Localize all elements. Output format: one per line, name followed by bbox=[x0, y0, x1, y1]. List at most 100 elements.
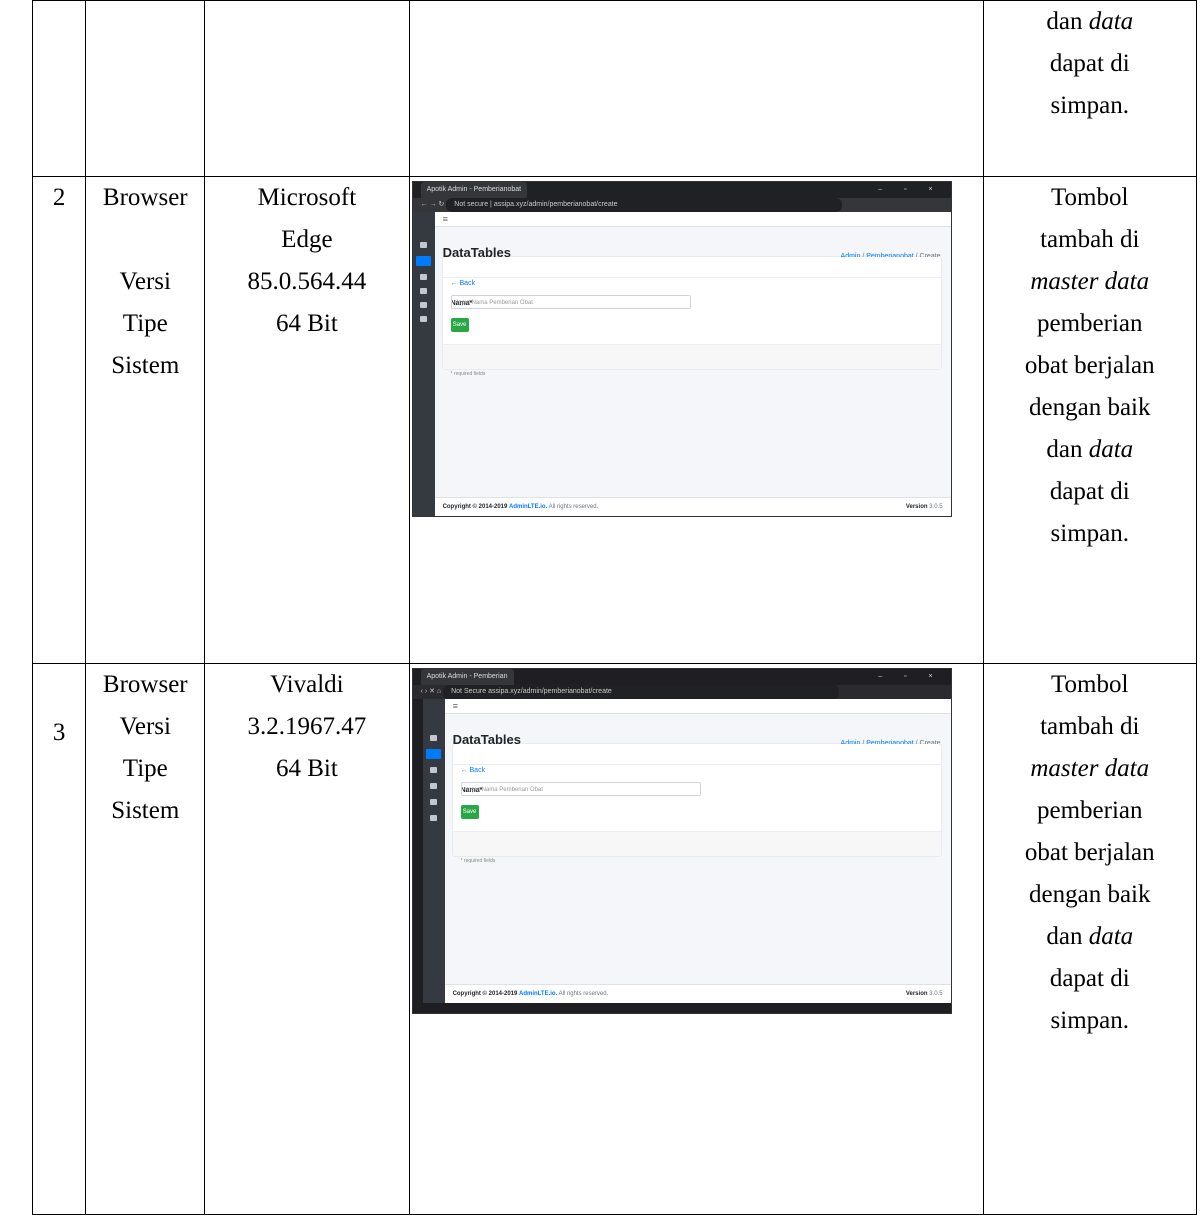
version-label-text: Version bbox=[905, 504, 928, 510]
result-segment: tambah di bbox=[1040, 713, 1140, 740]
spec-label-cell: Browser Versi Tipe Sistem bbox=[85, 663, 206, 1215]
result-cell: Tombol tambah di master data pemberian obat … bbox=[982, 663, 1197, 1215]
browser-value-line-1: Microsoft bbox=[257, 184, 357, 211]
hamburger-icon: ≡ bbox=[452, 701, 458, 711]
building-icon bbox=[425, 749, 441, 759]
pills-icon bbox=[419, 274, 427, 280]
result-line: Tombol bbox=[984, 664, 1197, 706]
required-note: * required fields bbox=[460, 858, 496, 864]
browser-tab: Apotik Admin - Pemberianobat bbox=[420, 182, 528, 198]
card-footer: * required fields bbox=[452, 831, 941, 864]
result-segment: simpan. bbox=[1050, 520, 1129, 547]
browser-value-line-2: Edge bbox=[281, 226, 333, 253]
result-line: obat berjalan bbox=[984, 832, 1197, 874]
no-cell bbox=[31, 0, 87, 177]
result-line: dapat di bbox=[984, 43, 1197, 85]
screenshot-cell bbox=[408, 0, 984, 177]
result-segment: simpan. bbox=[1050, 92, 1129, 119]
window-controls-icon: – ▫ × bbox=[878, 673, 943, 680]
top-navbar: ≡ bbox=[434, 212, 951, 227]
save-button: Save bbox=[460, 805, 479, 819]
version-number: 3.0.5 bbox=[929, 991, 943, 997]
result-segment: dan bbox=[1046, 436, 1089, 463]
version-label-text: Version bbox=[905, 991, 928, 997]
status-bar bbox=[412, 1003, 951, 1013]
result-segment: obat berjalan bbox=[1024, 839, 1155, 866]
version-number: 3.0.5 bbox=[929, 504, 943, 510]
required-note: * required fields bbox=[450, 371, 486, 377]
rights-text: All rights reserved. bbox=[548, 504, 599, 510]
type-label-line-1: Tipe bbox=[122, 310, 168, 337]
vivaldi-screenshot: Apotik Admin - Pemberian – ▫ × ‹ › ✕ ⌂ N… bbox=[411, 668, 952, 1014]
result-line: dan data bbox=[984, 429, 1197, 471]
version-info: Version 3.0.5 bbox=[906, 498, 943, 516]
version-label: Versi bbox=[119, 713, 171, 740]
no-cell: 2 bbox=[31, 176, 87, 664]
pills-icon bbox=[429, 767, 437, 773]
address-bar: ‹ › ✕ ⌂ Not Secure assipa.xyz/admin/pemb… bbox=[412, 685, 951, 699]
nama-input: Input Nama Pemberian Obat bbox=[450, 295, 691, 309]
result-line: dapat di bbox=[984, 471, 1197, 513]
admin-sidebar bbox=[422, 699, 445, 1013]
result-segment: pemberian bbox=[1036, 797, 1143, 824]
type-value: 64 Bit bbox=[275, 755, 338, 782]
vivaldi-panel bbox=[412, 699, 423, 1003]
result-segment: Tombol bbox=[1051, 671, 1129, 698]
result-segment: dan bbox=[1046, 8, 1089, 35]
url-field: Not secure | assipa.xyz/admin/pemberiano… bbox=[446, 198, 843, 212]
italic-term: master data bbox=[1030, 268, 1150, 295]
save-button: Save bbox=[450, 318, 469, 332]
result-segment: dapat di bbox=[1049, 50, 1130, 77]
divider bbox=[452, 764, 941, 765]
row-number: 2 bbox=[52, 184, 66, 211]
row-number: 3 bbox=[52, 719, 66, 746]
table-row: dan data dapat di simpan. bbox=[31, 0, 1197, 177]
result-line: dapat di bbox=[984, 958, 1197, 1000]
spec-label-cell: Browser Versi Tipe Sistem bbox=[85, 176, 206, 664]
type-label-line-2: Sistem bbox=[111, 797, 180, 824]
type-label-line-1: Tipe bbox=[122, 755, 168, 782]
browser-value-line-1: Vivaldi bbox=[270, 671, 344, 698]
result-line: master data bbox=[984, 261, 1197, 303]
browser-label: Browser bbox=[102, 184, 188, 211]
result-line: dan data bbox=[984, 916, 1197, 958]
address-bar: ← → ↻ Not secure | assipa.xyz/admin/pemb… bbox=[412, 198, 951, 212]
tab-bar: Apotik Admin - Pemberianobat – ▫ × bbox=[412, 182, 951, 198]
page-footer: Copyright © 2014-2019 AdminLTE.io. All r… bbox=[444, 984, 951, 1003]
file-icon bbox=[429, 799, 437, 805]
user-icon bbox=[429, 735, 437, 741]
italic-term: master data bbox=[1030, 755, 1150, 782]
top-navbar: ≡ bbox=[444, 699, 951, 714]
building-icon bbox=[415, 256, 431, 266]
result-line: simpan. bbox=[984, 85, 1197, 127]
result-cell: dan data dapat di simpan. bbox=[982, 0, 1197, 177]
form-card: ← Back Nama* Input Nama Pemberian Obat S… bbox=[442, 257, 941, 377]
result-line: dan data bbox=[984, 1, 1197, 43]
logout-icon bbox=[429, 815, 437, 821]
brand-link: AdminLTE.io. bbox=[519, 991, 558, 997]
result-segment: dan bbox=[1046, 923, 1089, 950]
table-row: 3 Browser Versi Tipe Sistem Vivaldi 3.2.… bbox=[31, 663, 1197, 1215]
spec-label-cell bbox=[85, 0, 206, 177]
user-icon bbox=[419, 242, 427, 248]
card-footer: * required fields bbox=[442, 344, 941, 377]
spec-value-cell bbox=[204, 0, 410, 177]
result-line: master data bbox=[984, 748, 1197, 790]
version-info: Version 3.0.5 bbox=[906, 985, 943, 1003]
screenshot-cell: Apotik Admin - Pemberian – ▫ × ‹ › ✕ ⌂ N… bbox=[408, 663, 984, 1215]
page-footer: Copyright © 2014-2019 AdminLTE.io. All r… bbox=[434, 497, 951, 516]
version-label: Versi bbox=[119, 268, 171, 295]
copyright-prefix: Copyright © 2014-2019 bbox=[452, 991, 518, 997]
copyright: Copyright © 2014-2019 AdminLTE.io. All r… bbox=[443, 498, 599, 516]
result-segment: Tombol bbox=[1051, 184, 1129, 211]
result-segment: obat berjalan bbox=[1024, 352, 1155, 379]
file-icon bbox=[419, 302, 427, 308]
result-line: pemberian bbox=[984, 790, 1197, 832]
nav-arrows-icon: ← → ↻ bbox=[420, 201, 447, 208]
window-controls-icon: – ▫ × bbox=[878, 186, 943, 193]
result-segment: simpan. bbox=[1050, 1007, 1129, 1034]
divider bbox=[442, 277, 941, 278]
browser-tab: Apotik Admin - Pemberian bbox=[420, 669, 514, 685]
spec-value-cell: Vivaldi 3.2.1967.47 64 Bit bbox=[204, 663, 410, 1215]
